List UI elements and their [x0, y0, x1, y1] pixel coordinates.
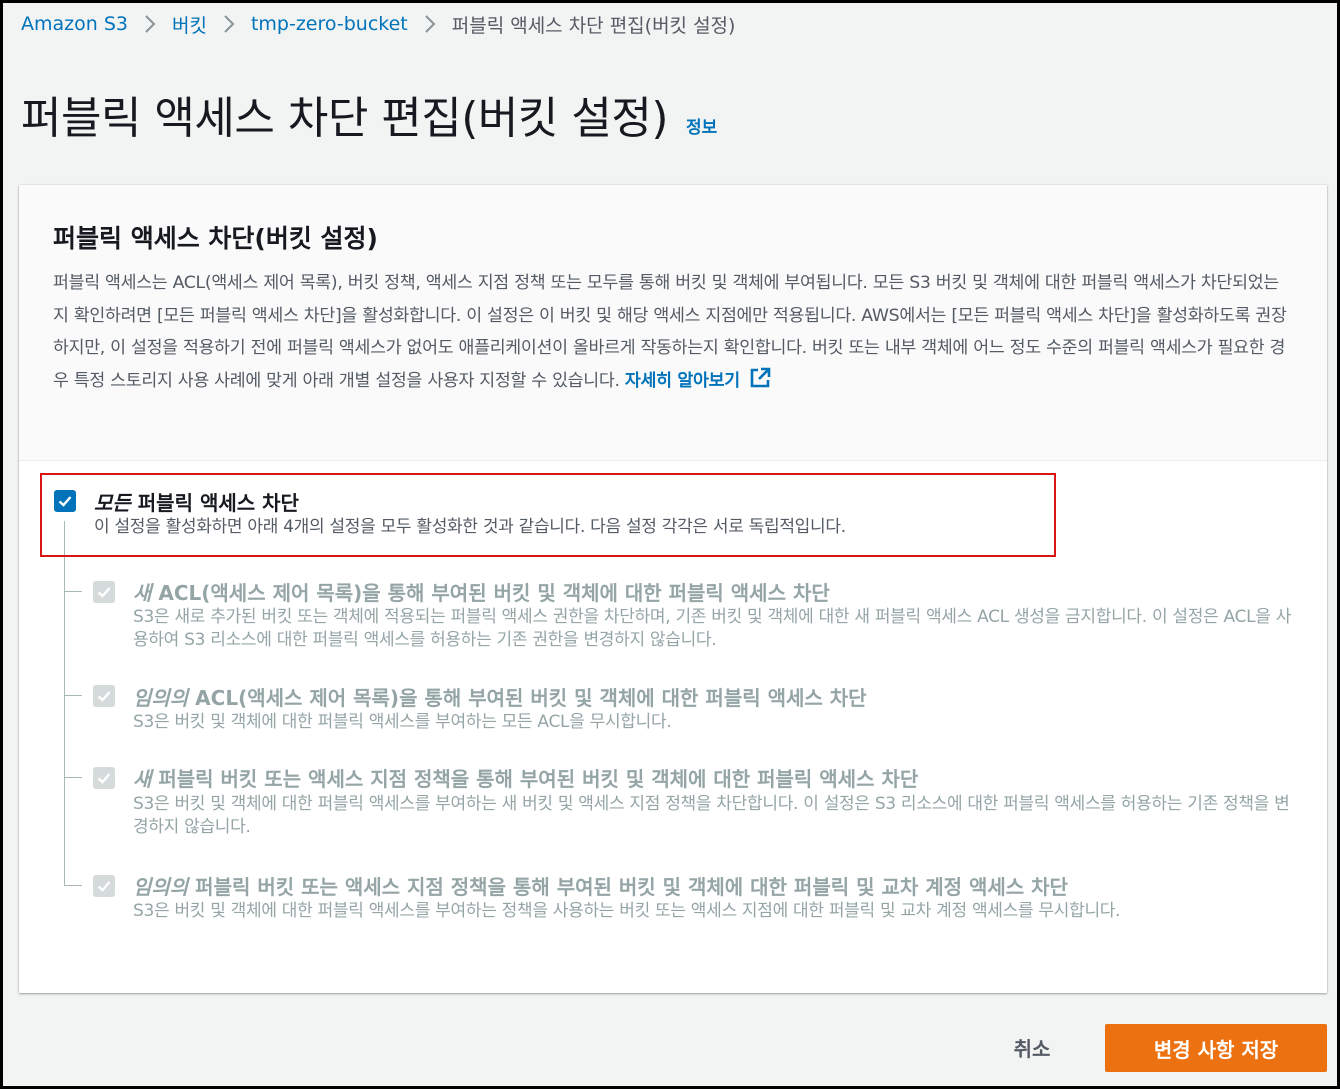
- panel-header: 퍼블릭 액세스 차단(버킷 설정) 퍼블릭 액세스는 ACL(액세스 제어 목록…: [19, 185, 1327, 461]
- sub-option-2-description: S3은 버킷 및 객체에 대한 퍼블릭 액세스를 부여하는 모든 ACL을 무시…: [133, 712, 672, 732]
- breadcrumb-buckets[interactable]: 버킷: [172, 11, 207, 38]
- sub-option-3-title: 새 퍼블릭 버킷 또는 액세스 지점 정책을 통해 부여된 버킷 및 객체에 대…: [133, 763, 918, 792]
- tree-connector: [64, 591, 82, 592]
- breadcrumb-bucket-name[interactable]: tmp-zero-bucket: [251, 13, 408, 35]
- tree-connector: [64, 885, 82, 886]
- sub-option-3-checkbox[interactable]: [93, 767, 115, 789]
- sub-option-4-title-rest: 퍼블릭 버킷 또는 액세스 지점 정책을 통해 부여된 버킷 및 객체에 대한 …: [188, 875, 1068, 899]
- learn-more-label: 자세히 알아보기: [624, 370, 740, 391]
- sub-option-3-title-em: 새: [133, 767, 152, 791]
- breadcrumb-current-page: 퍼블릭 액세스 차단 편집(버킷 설정): [451, 14, 736, 37]
- checkmark-icon: [58, 496, 72, 507]
- sub-option-3-description: S3은 버킷 및 객체에 대한 퍼블릭 액세스를 부여하는 새 버킷 및 액세스…: [133, 794, 1290, 837]
- sub-option-2-checkbox[interactable]: [93, 685, 115, 707]
- main-option-title-em: 모든: [94, 491, 131, 515]
- learn-more-link[interactable]: 자세히 알아보기: [624, 367, 772, 391]
- cancel-button[interactable]: 취소: [990, 1024, 1074, 1070]
- tree-connector: [64, 521, 65, 886]
- chevron-right-icon: [207, 13, 251, 35]
- block-public-access-panel: 퍼블릭 액세스 차단(버킷 설정) 퍼블릭 액세스는 ACL(액세스 제어 목록…: [19, 185, 1327, 993]
- sub-option-2-title-rest: ACL(액세스 제어 목록)을 통해 부여된 버킷 및 객체에 대한 퍼블릭 액…: [188, 686, 867, 710]
- chevron-right-icon: [128, 13, 172, 35]
- sub-option-3-title-rest: 퍼블릭 버킷 또는 액세스 지점 정책을 통해 부여된 버킷 및 객체에 대한 …: [151, 767, 919, 791]
- page-title: 퍼블릭 액세스 차단 편집(버킷 설정): [21, 93, 669, 144]
- tree-connector: [64, 695, 82, 696]
- sub-option-1-checkbox[interactable]: [93, 581, 115, 603]
- main-option-title-rest: 퍼블릭 액세스 차단: [130, 491, 299, 515]
- sub-option-4-title: 임의의 퍼블릭 버킷 또는 액세스 지점 정책을 통해 부여된 버킷 및 객체에…: [133, 871, 1068, 900]
- sub-option-1-description: S3은 새로 추가된 버킷 또는 객체에 적용되는 퍼블릭 액세스 권한을 차단…: [133, 607, 1292, 650]
- main-option-description: 이 설정을 활성화하면 아래 4개의 설정을 모두 활성화한 것과 같습니다. …: [94, 517, 846, 537]
- panel-title: 퍼블릭 액세스 차단(버킷 설정): [53, 224, 378, 253]
- tree-connector: [64, 777, 82, 778]
- sub-option-4-title-em: 임의의: [133, 875, 189, 899]
- sub-option-1-title-em: 새: [133, 581, 152, 605]
- breadcrumb: Amazon S3 버킷 tmp-zero-bucket 퍼블릭 액세스 차단 …: [21, 10, 735, 38]
- panel-description: 퍼블릭 액세스는 ACL(액세스 제어 목록), 버킷 정책, 액세스 지점 정…: [53, 267, 1293, 397]
- breadcrumb-amazon-s3[interactable]: Amazon S3: [21, 13, 128, 35]
- sub-option-4-description: S3은 버킷 및 객체에 대한 퍼블릭 액세스를 부여하는 정책을 사용하는 버…: [133, 901, 1121, 921]
- info-link[interactable]: 정보: [686, 113, 717, 138]
- save-changes-button[interactable]: 변경 사항 저장: [1105, 1024, 1327, 1072]
- checkmark-icon: [97, 587, 111, 598]
- sub-option-1-title-rest: ACL(액세스 제어 목록)을 통해 부여된 버킷 및 객체에 대한 퍼블릭 액…: [151, 581, 830, 605]
- block-all-public-access-checkbox[interactable]: [54, 490, 76, 512]
- sub-option-2-title: 임의의 ACL(액세스 제어 목록)을 통해 부여된 버킷 및 객체에 대한 퍼…: [133, 682, 867, 711]
- checkmark-icon: [97, 691, 111, 702]
- page-header: 퍼블릭 액세스 차단 편집(버킷 설정) 정보: [21, 82, 717, 146]
- external-link-icon: [750, 367, 771, 388]
- sub-option-4-checkbox[interactable]: [93, 875, 115, 897]
- checkmark-icon: [97, 881, 111, 892]
- main-option-title: 모든 퍼블릭 액세스 차단: [94, 487, 299, 516]
- checkmark-icon: [97, 773, 111, 784]
- sub-option-2-title-em: 임의의: [133, 686, 189, 710]
- chevron-right-icon: [408, 13, 452, 35]
- sub-option-1-title: 새 ACL(액세스 제어 목록)을 통해 부여된 버킷 및 객체에 대한 퍼블릭…: [133, 577, 830, 606]
- block-all-public-access-option: 모든 퍼블릭 액세스 차단 이 설정을 활성화하면 아래 4개의 설정을 모두 …: [40, 473, 1056, 557]
